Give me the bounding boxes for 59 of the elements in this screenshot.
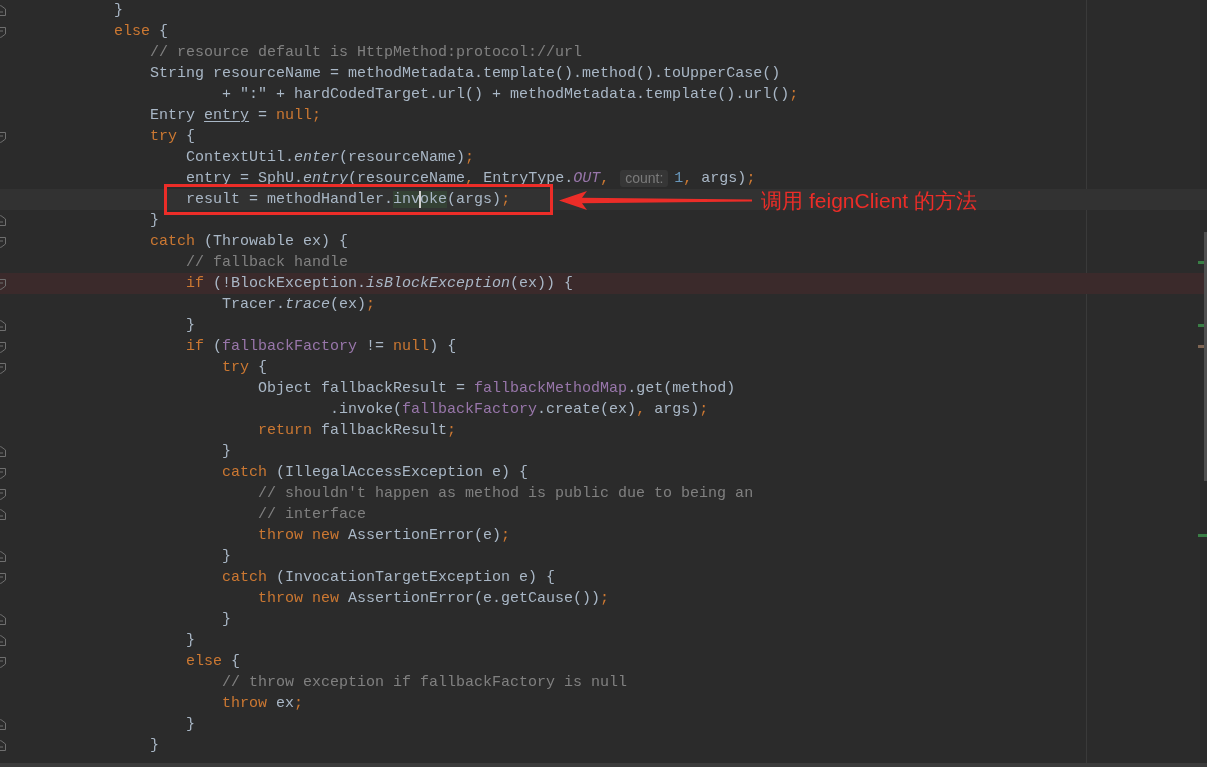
code-text: 1, args); <box>674 169 756 189</box>
code-text: } <box>150 736 160 756</box>
fold-marker-icon[interactable] <box>0 235 6 248</box>
code-text: Object fallbackResult = fallbackMethodMap.get(method) <box>258 379 736 399</box>
fold-marker-icon[interactable] <box>0 739 6 752</box>
code-text: if (!BlockException.isBlockException(ex)) { <box>186 274 574 294</box>
code-text: catch (Throwable ex) { <box>150 232 349 252</box>
fold-marker-icon[interactable] <box>0 571 6 584</box>
code-text: return fallbackResult; <box>258 421 457 441</box>
code-text: ContextUtil.enter(resourceName); <box>186 148 475 168</box>
fold-marker-icon[interactable] <box>0 613 6 626</box>
code-text: catch (IllegalAccessException e) { <box>222 463 529 483</box>
fold-marker-icon[interactable] <box>0 655 6 668</box>
code-text: result = methodHandler.invoke(args); <box>186 190 511 210</box>
fold-marker-icon[interactable] <box>0 718 6 731</box>
code-text: // fallback handle <box>186 253 349 273</box>
fold-marker-icon[interactable] <box>0 487 6 500</box>
code-text: // resource default is HttpMethod:protocol://url <box>150 43 583 63</box>
fold-marker-icon[interactable] <box>0 445 6 458</box>
fold-marker-icon[interactable] <box>0 634 6 647</box>
code-text: } <box>186 715 196 735</box>
fold-marker-icon[interactable] <box>0 277 6 290</box>
fold-marker-icon[interactable] <box>0 319 6 332</box>
fold-marker-icon[interactable] <box>0 25 6 38</box>
code-text: } <box>114 1 124 21</box>
code-text: throw new AssertionError(e); <box>258 526 511 546</box>
fold-marker-icon[interactable] <box>0 361 6 374</box>
code-text: else { <box>114 22 169 42</box>
code-text: } <box>186 631 196 651</box>
code-text: throw new AssertionError(e.getCause()); <box>258 589 610 609</box>
code-text: } <box>222 547 232 567</box>
code-text: try { <box>150 127 196 147</box>
code-text: } <box>222 610 232 630</box>
fold-marker-icon[interactable] <box>0 550 6 563</box>
scrollbar-thumb[interactable] <box>1204 231 1207 481</box>
code-text: // shouldn't happen as method is public due to being an <box>258 484 754 504</box>
code-text: + ":" + hardCodedTarget.url() + methodMetadata.template().url(); <box>222 85 799 105</box>
code-text: catch (InvocationTargetException e) { <box>222 568 556 588</box>
fold-marker-icon[interactable] <box>0 4 6 17</box>
code-text: Tracer.trace(ex); <box>222 295 376 315</box>
code-text: try { <box>222 358 268 378</box>
code-text: // interface <box>258 505 367 525</box>
code-text: .invoke(fallbackFactory.create(ex), args); <box>330 400 709 420</box>
code-text: if (fallbackFactory != null) { <box>186 337 457 357</box>
code-text: // throw exception if fallbackFactory is null <box>222 673 628 693</box>
code-text: } <box>150 211 160 231</box>
code-text: } <box>186 316 196 336</box>
annotation-label: 调用 feignClient 的方法 <box>761 187 978 213</box>
fold-marker-icon[interactable] <box>0 466 6 479</box>
fold-marker-icon[interactable] <box>0 214 6 227</box>
fold-marker-icon[interactable] <box>0 508 6 521</box>
fold-marker-icon[interactable] <box>0 130 6 143</box>
parameter-hint: count: <box>620 170 669 187</box>
code-text: String resourceName = methodMetadata.template().method().toUpperCase() <box>150 64 781 84</box>
code-text: Entry entry = null; <box>150 106 322 126</box>
code-text: else { <box>186 652 241 672</box>
code-text: throw ex; <box>222 694 304 714</box>
code-text: } <box>222 442 232 462</box>
fold-marker-icon[interactable] <box>0 340 6 353</box>
